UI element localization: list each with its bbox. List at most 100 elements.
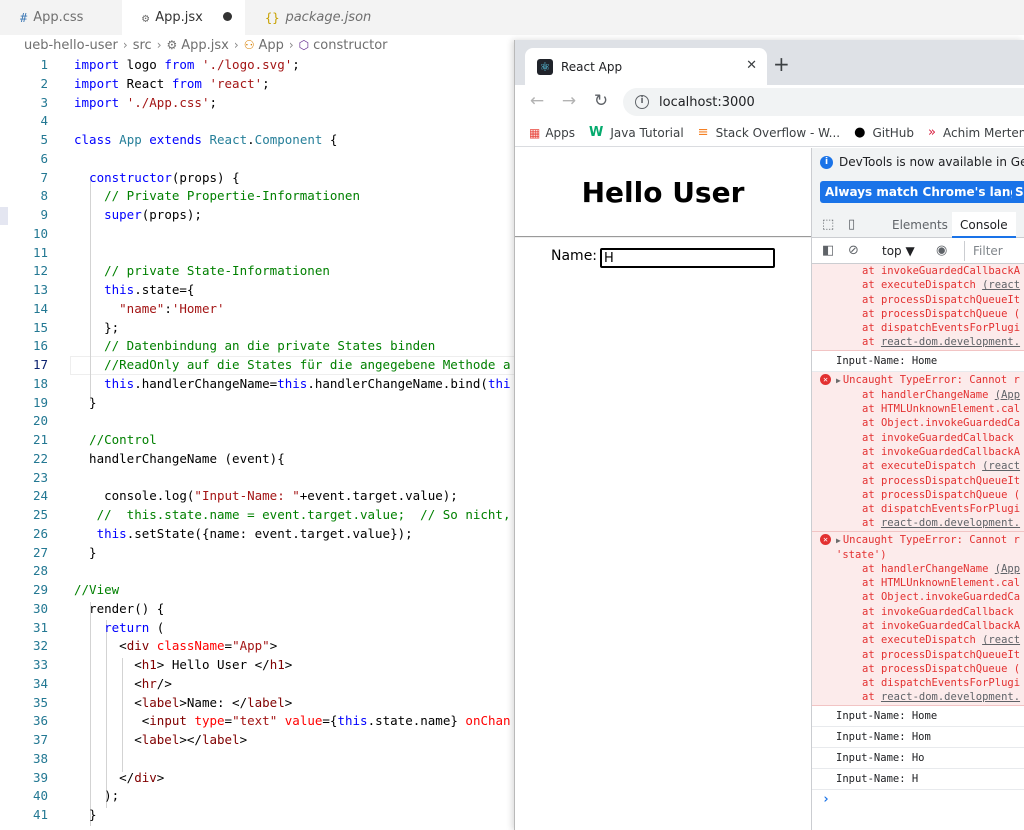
code-token: import <box>74 75 120 91</box>
code-token: > <box>269 638 278 654</box>
console-sidebar-icon[interactable]: ◧ <box>822 243 834 258</box>
tab-elements[interactable]: Elements <box>892 218 948 232</box>
stack-frame-function: at processDispatchQueueIt <box>862 648 1021 661</box>
stack-frame-source-link[interactable]: (react <box>982 279 1020 291</box>
code-text: } <box>74 393 97 412</box>
site-info-icon[interactable]: i <box>635 95 649 109</box>
bookmark-achim-merten[interactable]: » Achim Merten <box>928 125 1024 140</box>
bookmark-github[interactable]: ● GitHub <box>854 125 914 140</box>
code-token: return <box>104 619 150 635</box>
stack-frame: at dispatchEventsForPlugi <box>812 502 1024 516</box>
error-icon: ✕ <box>820 533 831 545</box>
react-favicon-icon: ⚛ <box>537 58 553 75</box>
code-token: "name" <box>119 300 165 316</box>
tab-package-json[interactable]: {} package.json <box>245 0 373 35</box>
unsaved-dot-icon[interactable] <box>223 12 232 21</box>
stack-frame-source-link[interactable]: (react <box>982 460 1020 472</box>
breadcrumb-item[interactable]: ueb-hello-user <box>24 38 118 53</box>
code-token: Component <box>254 132 323 147</box>
code-token: }; <box>74 319 120 335</box>
stack-frame: at HTMLUnknownElement.cal <box>812 402 1024 416</box>
code-text: return ( <box>74 618 164 637</box>
context-selector[interactable]: top ▼ <box>882 244 915 258</box>
breadcrumb-item[interactable]: constructor <box>313 38 387 53</box>
line-number: 34 <box>32 675 48 691</box>
tab-console[interactable]: Console <box>952 212 1016 238</box>
stack-frame-source-link[interactable]: react-dom.development. <box>881 336 1020 348</box>
code-token: label <box>201 732 240 747</box>
code-token: </ <box>74 769 135 785</box>
stack-frame-source-link[interactable]: react-dom.development. <box>881 517 1020 529</box>
always-match-language-button[interactable]: Always match Chrome's language <box>820 181 1024 203</box>
stack-frame: at invokeGuardedCallback <box>812 605 1024 619</box>
code-token: from <box>164 57 195 72</box>
code-token: "Input-Name: " <box>194 488 300 504</box>
devtools-tabs: ⬚ ▯ Elements Console <box>812 212 1024 238</box>
stack-frame-function: at executeDispatch <box>862 279 983 292</box>
bookmark-java-tutorial[interactable]: W Java Tutorial <box>589 125 684 140</box>
stack-frame-function: at Object.invokeGuardedCa <box>862 591 1021 604</box>
reload-icon[interactable]: ↻ <box>591 91 611 111</box>
expand-triangle-icon[interactable]: ▶ <box>836 376 841 385</box>
code-text: render() { <box>74 599 164 618</box>
new-tab-button[interactable]: + <box>773 54 790 74</box>
code-token: ={ <box>322 713 338 729</box>
stack-frame-function: at Object.invokeGuardedCa <box>862 417 1021 430</box>
stack-frame-function: at handlerChangeName <box>862 562 995 575</box>
stack-frame: at dispatchEventsForPlugi <box>812 676 1024 690</box>
inspect-element-icon[interactable]: ⬚ <box>822 217 834 232</box>
stack-frame-source-link[interactable]: (App <box>995 563 1020 575</box>
code-token: = <box>224 713 233 729</box>
error-heading[interactable]: ✕ ▶ Uncaught TypeError: Cannot r <box>812 372 1024 388</box>
code-token: // this.state.name = event.target.value;… <box>96 507 511 522</box>
code-token: ; <box>292 57 300 72</box>
stack-frame-function: at executeDispatch <box>862 460 983 473</box>
code-token: ); <box>74 788 120 804</box>
browser-tab-react-app[interactable]: ⚛ React App ✕ <box>525 48 767 85</box>
code-token: > Hello User </ <box>156 657 270 672</box>
line-number: 18 <box>32 375 48 391</box>
breadcrumb-item[interactable]: App.jsx <box>181 38 229 53</box>
back-arrow-icon[interactable]: ← <box>527 91 547 111</box>
stack-frame-source-link[interactable]: (App <box>995 389 1020 401</box>
console-filter-input[interactable]: Filter <box>964 241 1024 261</box>
stack-frame: at dispatchEventsForPlugi <box>812 321 1024 335</box>
stack-frame-source-link[interactable]: react-dom.development. <box>881 691 1020 703</box>
stack-frame-function: at invokeGuardedCallbackA <box>862 619 1021 632</box>
name-input[interactable] <box>600 248 775 268</box>
tab-app-css[interactable]: # App.css <box>0 0 122 35</box>
code-text: this.handlerChangeName=this.handlerChang… <box>74 374 510 393</box>
code-token: input <box>149 713 187 729</box>
code-text: //Control <box>74 430 157 449</box>
code-token: extends <box>149 132 202 147</box>
expand-triangle-icon[interactable]: ▶ <box>836 536 841 545</box>
stack-frame-source-link[interactable]: (react <box>982 634 1020 646</box>
bookmark-apps[interactable]: ▦ Apps <box>529 126 575 140</box>
console-prompt[interactable]: › <box>812 790 1024 810</box>
stack-frame: at react-dom.development. <box>812 690 1024 704</box>
tab-app-jsx[interactable]: ⚙ App.jsx <box>122 0 245 35</box>
bookmark-stack-overflow[interactable]: ≡ Stack Overflow - W... <box>698 125 840 140</box>
live-expression-eye-icon[interactable]: ◉ <box>936 243 947 258</box>
stack-overflow-icon: ≡ <box>697 125 709 140</box>
device-toolbar-icon[interactable]: ▯ <box>848 217 855 232</box>
breadcrumb-item[interactable]: src <box>133 38 152 53</box>
console-error-message: ✕ ▶ Uncaught TypeError: Cannot r at handler… <box>812 371 1024 532</box>
close-tab-icon[interactable]: ✕ <box>746 58 757 73</box>
switch-language-button[interactable]: Sw <box>1012 181 1024 203</box>
console-output[interactable]: at invokeGuardedCallbackA at executeDispa… <box>812 264 1024 830</box>
address-bar[interactable]: i localhost:3000 <box>623 88 1024 116</box>
error-heading[interactable]: ✕ ▶ Uncaught TypeError: Cannot r <box>812 532 1024 548</box>
line-number: 32 <box>32 638 48 654</box>
breadcrumb-item[interactable]: App <box>258 38 283 53</box>
css-file-icon: # <box>20 10 28 25</box>
forward-arrow-icon[interactable]: → <box>559 91 579 111</box>
console-log-text: Input-Name: Hom <box>836 730 931 743</box>
code-text: //View <box>74 580 119 599</box>
code-token: > <box>284 694 293 710</box>
line-number: 19 <box>32 394 48 410</box>
line-number: 4 <box>40 113 48 129</box>
stack-frame-function: at invokeGuardedCallback <box>862 431 1014 444</box>
clear-console-icon[interactable]: ⊘ <box>848 243 859 258</box>
